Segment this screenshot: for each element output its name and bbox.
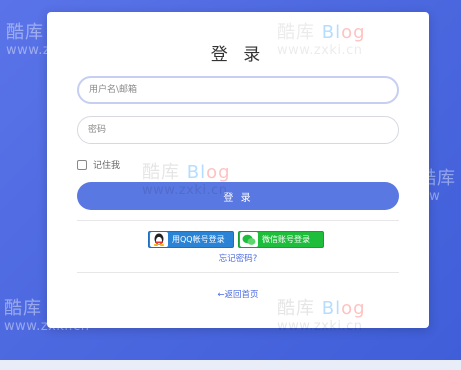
- divider: [77, 272, 399, 273]
- qq-login-button[interactable]: 用QQ帐号登录: [148, 231, 234, 248]
- divider: [77, 220, 399, 221]
- forgot-password-link[interactable]: 忘记密码?: [47, 252, 429, 264]
- remember-checkbox[interactable]: [77, 159, 87, 170]
- password-input[interactable]: [77, 116, 399, 144]
- username-input[interactable]: [77, 76, 399, 104]
- watermark: 酷库 Blog www.zxki.cn: [277, 298, 366, 334]
- wechat-login-button[interactable]: 微信账号登录: [238, 231, 324, 248]
- login-card: 登 录 记住我 登 录 用QQ帐号登录 微信账号登录 忘记密码?: [47, 12, 429, 333]
- page-title: 登 录: [210, 45, 266, 65]
- login-button[interactable]: 登 录: [77, 182, 399, 210]
- qq-login-label: 用QQ帐号登录: [172, 235, 225, 244]
- back-home-link[interactable]: ←返回首页: [47, 288, 429, 300]
- wechat-icon: [240, 232, 258, 247]
- wechat-login-label: 微信账号登录: [262, 235, 310, 244]
- footer-strip: [0, 360, 461, 370]
- remember-label: 记住我: [93, 161, 121, 171]
- remember-me[interactable]: 记住我: [77, 158, 120, 171]
- qq-penguin-icon: [150, 232, 168, 247]
